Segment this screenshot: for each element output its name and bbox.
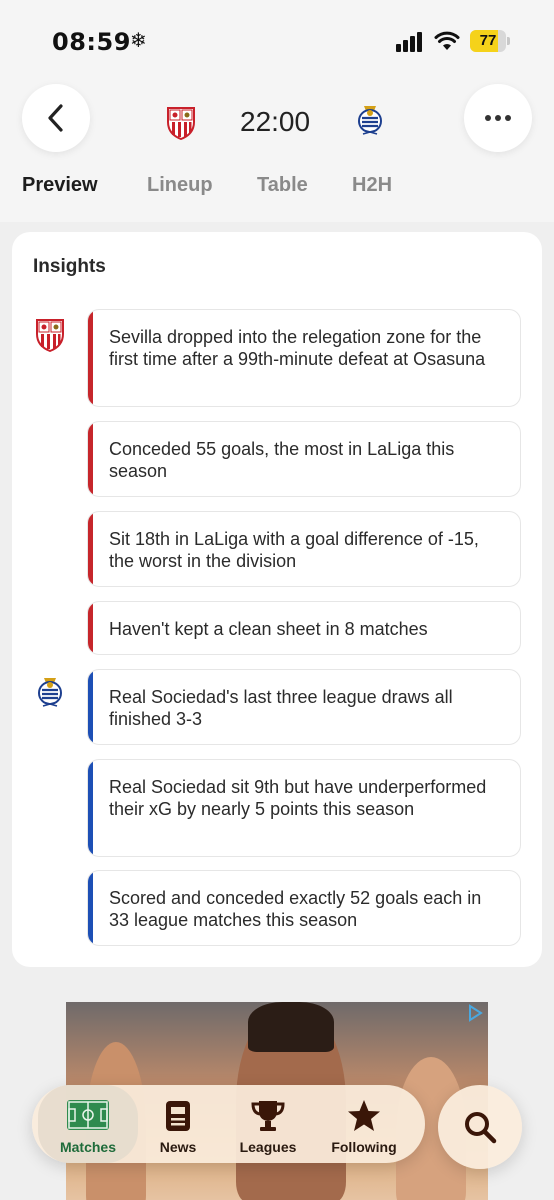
insight-item[interactable]: Real Sociedad sit 9th but have underperf… bbox=[87, 759, 521, 857]
insight-text: Sevilla dropped into the relegation zone… bbox=[109, 327, 486, 369]
trophy-icon bbox=[251, 1101, 285, 1131]
real-sociedad-crest-icon bbox=[38, 678, 62, 707]
insight-text: Real Sociedad's last three league draws … bbox=[109, 687, 453, 729]
tab-preview[interactable]: Preview bbox=[22, 174, 98, 197]
insight-text: Sit 18th in LaLiga with a goal differenc… bbox=[109, 529, 479, 571]
insight-item[interactable]: Haven't kept a clean sheet in 8 matches bbox=[87, 601, 521, 655]
nav-label-matches: Matches bbox=[59, 1139, 117, 1155]
tab-table[interactable]: Table bbox=[257, 174, 308, 197]
pitch-icon bbox=[67, 1100, 109, 1130]
nav-label-leagues: Leagues bbox=[239, 1139, 297, 1155]
insight-team-bar bbox=[88, 422, 93, 496]
status-bar: 08:59 ❄ 77 bbox=[0, 0, 554, 84]
focus-mode-icon: ❄ bbox=[130, 30, 147, 52]
ad-image-figure bbox=[248, 1002, 334, 1052]
insight-team-bar bbox=[88, 512, 93, 586]
insights-card: Insights Sevilla dropped into the relega… bbox=[12, 232, 542, 967]
insight-team-bar bbox=[88, 310, 93, 406]
status-time: 08:59 bbox=[52, 28, 131, 56]
insight-text: Real Sociedad sit 9th but have underperf… bbox=[109, 777, 487, 819]
insight-item[interactable]: Conceded 55 goals, the most in LaLiga th… bbox=[87, 421, 521, 497]
insight-item[interactable]: Sit 18th in LaLiga with a goal differenc… bbox=[87, 511, 521, 587]
sevilla-crest-icon[interactable] bbox=[165, 104, 197, 140]
search-icon bbox=[465, 1112, 497, 1144]
match-tabs: Preview Lineup Table H2H bbox=[0, 174, 554, 204]
battery-level: 77 bbox=[479, 32, 497, 49]
more-horizontal-icon bbox=[485, 115, 511, 121]
insight-team-bar bbox=[88, 871, 93, 945]
insight-text: Haven't kept a clean sheet in 8 matches bbox=[109, 619, 428, 639]
battery-indicator: 77 bbox=[470, 30, 510, 52]
wifi-icon bbox=[434, 31, 460, 50]
search-button[interactable] bbox=[438, 1085, 522, 1169]
insights-title: Insights bbox=[33, 256, 106, 277]
insight-team-bar bbox=[88, 760, 93, 856]
insight-item[interactable]: Real Sociedad's last three league draws … bbox=[87, 669, 521, 745]
cellular-signal-icon bbox=[396, 32, 422, 52]
nav-item-following[interactable]: Following bbox=[324, 1085, 404, 1163]
news-icon bbox=[166, 1101, 190, 1131]
insight-text: Scored and conceded exactly 52 goals eac… bbox=[109, 888, 482, 930]
tab-lineup[interactable]: Lineup bbox=[147, 174, 213, 197]
kickoff-time: 22:00 bbox=[240, 106, 311, 137]
back-button[interactable] bbox=[22, 84, 90, 152]
insight-text: Conceded 55 goals, the most in LaLiga th… bbox=[109, 439, 455, 481]
insight-team-bar bbox=[88, 602, 93, 654]
chevron-left-icon bbox=[48, 104, 63, 132]
more-options-button[interactable] bbox=[464, 84, 532, 152]
nav-label-news: News bbox=[159, 1139, 197, 1155]
bottom-navigation: Matches News Leagues Following bbox=[32, 1085, 425, 1163]
nav-item-leagues[interactable]: Leagues bbox=[230, 1085, 306, 1163]
sevilla-crest-icon bbox=[36, 319, 64, 352]
insight-item[interactable]: Scored and conceded exactly 52 goals eac… bbox=[87, 870, 521, 946]
ad-choices-icon[interactable] bbox=[466, 1004, 484, 1022]
tab-h2h[interactable]: H2H bbox=[352, 174, 392, 197]
insight-item[interactable]: Sevilla dropped into the relegation zone… bbox=[87, 309, 521, 407]
real-sociedad-crest-icon[interactable] bbox=[354, 104, 386, 140]
nav-item-matches[interactable]: Matches bbox=[38, 1085, 138, 1163]
star-icon bbox=[348, 1100, 380, 1131]
match-header: 22:00 Preview Lineup Table H2H bbox=[0, 84, 554, 222]
nav-label-following: Following bbox=[331, 1139, 397, 1155]
nav-item-news[interactable]: News bbox=[148, 1085, 208, 1163]
insight-team-bar bbox=[88, 670, 93, 744]
